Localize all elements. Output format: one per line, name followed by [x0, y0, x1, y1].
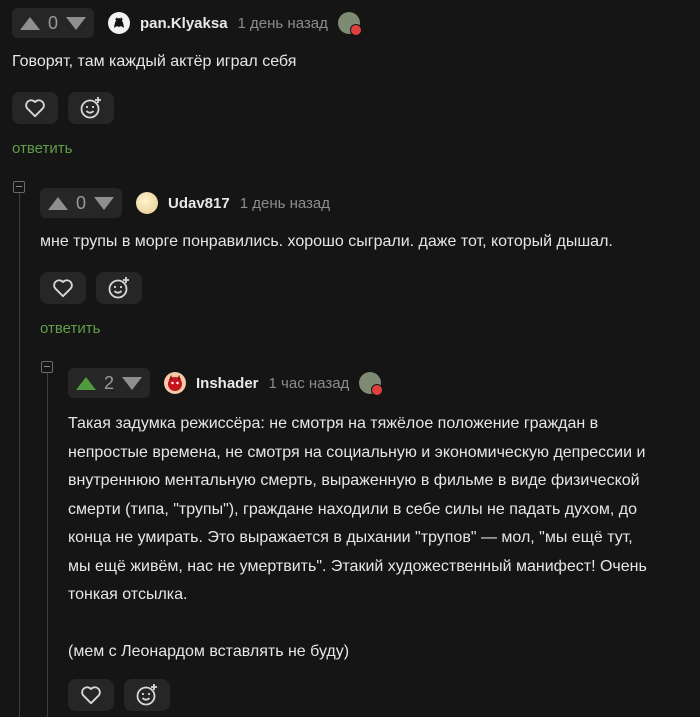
award-badge-icon[interactable]	[337, 12, 362, 36]
like-button[interactable]	[12, 92, 58, 124]
comment-text: Говорят, там каждый актёр играл себя	[12, 53, 297, 70]
timestamp[interactable]: 1 час назад	[269, 375, 350, 392]
downvote-icon[interactable]	[66, 16, 86, 30]
comment-line: мы ещё живём, нас не умертвить". Этакий …	[68, 557, 647, 575]
comment-actions	[40, 272, 142, 304]
timestamp[interactable]: 1 день назад	[238, 15, 328, 32]
reply-link[interactable]: ответить	[40, 320, 100, 337]
comment-header: 0 Udav817 1 день назад	[40, 188, 330, 218]
award-badge-icon[interactable]	[359, 372, 384, 396]
comment-line: (мем с Леонардом вставлять не буду)	[68, 643, 350, 660]
comment-actions	[68, 679, 170, 711]
heart-icon	[81, 686, 101, 705]
like-button[interactable]	[68, 679, 114, 711]
comment-line: Такая задумка режиссёра: не смотря на тя…	[68, 415, 599, 432]
emoji-button[interactable]	[96, 272, 142, 304]
heart-icon	[25, 99, 45, 118]
timestamp[interactable]: 1 день назад	[240, 195, 330, 212]
downvote-icon[interactable]	[122, 376, 142, 390]
comment-line: смерти (типа, "трупы"), граждане находил…	[68, 500, 637, 518]
comment-line: конца не умирать. Это выражается в дыхан…	[68, 529, 633, 546]
vote-score: 2	[103, 372, 114, 393]
vote-score: 0	[75, 192, 86, 213]
like-button[interactable]	[40, 272, 86, 304]
avatar[interactable]	[108, 12, 130, 34]
collapse-icon[interactable]	[41, 361, 53, 373]
vote-box: 0	[40, 188, 122, 218]
reply-link[interactable]: ответить	[12, 140, 72, 157]
emoji-button[interactable]	[68, 92, 114, 124]
collapse-icon[interactable]	[13, 181, 25, 193]
vote-box: 0	[12, 8, 94, 38]
downvote-icon[interactable]	[94, 196, 114, 210]
thread-line	[19, 193, 20, 717]
username[interactable]: Udav817	[168, 195, 230, 212]
vote-score: 0	[47, 12, 58, 33]
comment-line: внутреннюю ментальную смерть, выраженную…	[68, 472, 640, 489]
comment-header: 2 Inshader 1 час назад	[68, 368, 384, 398]
upvote-icon[interactable]	[48, 196, 68, 210]
comment-line	[68, 610, 698, 639]
avatar[interactable]	[136, 192, 158, 214]
emoji-button[interactable]	[124, 679, 170, 711]
avatar[interactable]	[164, 372, 186, 394]
username[interactable]: pan.Klyaksa	[140, 15, 228, 32]
comment-actions	[12, 92, 114, 124]
username[interactable]: Inshader	[196, 375, 259, 392]
comment-line: непростые времена, не смотря на социальн…	[68, 443, 646, 461]
comment-header: 0 pan.Klyaksa 1 день назад	[12, 8, 362, 38]
comment-text: мне трупы в морге понравились. хорошо сы…	[40, 233, 613, 250]
heart-icon	[53, 279, 73, 298]
thread-line	[47, 373, 48, 717]
upvote-icon[interactable]	[20, 16, 40, 30]
vote-box: 2	[68, 368, 150, 398]
comment-text: Такая задумка режиссёра: не смотря на тя…	[68, 410, 698, 667]
comment-line: тонкая отсылка.	[68, 586, 188, 603]
upvote-icon[interactable]	[76, 376, 96, 390]
emoji-add-icon	[108, 277, 129, 299]
emoji-add-icon	[136, 684, 157, 706]
emoji-add-icon	[80, 97, 101, 119]
